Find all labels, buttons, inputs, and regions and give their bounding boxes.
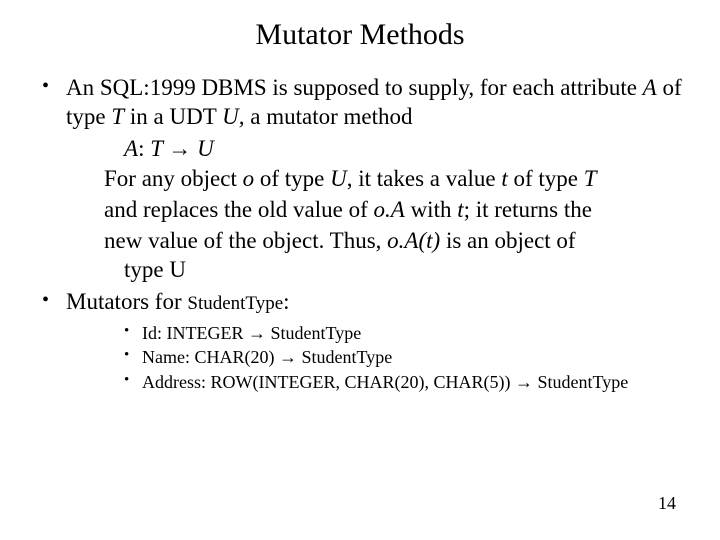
var-U: U, — [222, 104, 244, 129]
text: Mutators for — [66, 289, 187, 314]
text: For any object — [104, 166, 243, 191]
bullet-list: An SQL:1999 DBMS is supposed to supply, … — [38, 74, 682, 394]
bullet-2: Mutators for StudentType: Id: INTEGER → … — [38, 288, 682, 394]
text: with — [405, 197, 457, 222]
arrow-icon: → — [168, 135, 191, 161]
slide-title: Mutator Methods — [38, 18, 682, 52]
text: : — [283, 289, 289, 314]
var-oA: o.A — [374, 197, 405, 222]
arrow-icon: → — [515, 372, 533, 392]
var-o: o — [243, 166, 255, 191]
inner-list: Id: INTEGER → StudentType Name: CHAR(20)… — [66, 321, 682, 394]
para-line-2: and replaces the old value of o.A with t… — [66, 196, 682, 225]
text: StudentType — [297, 347, 392, 367]
sig-A: A — [124, 136, 138, 161]
text: new value of the object. Thus, — [104, 228, 387, 253]
bullet-1: An SQL:1999 DBMS is supposed to supply, … — [38, 74, 682, 284]
mutator-method-term: mutator method — [266, 104, 412, 129]
student-type: StudentType — [187, 293, 283, 314]
para-line-1: For any object o of type U, it takes a v… — [66, 165, 682, 194]
para-line-3: new value of the object. Thus, o.A(t) is… — [66, 227, 682, 256]
var-T: T — [584, 166, 597, 191]
text: of type — [254, 166, 330, 191]
text: in a UDT — [124, 104, 222, 129]
inner-item-2: Name: CHAR(20) → StudentType — [124, 345, 682, 369]
text: is an object of — [440, 228, 575, 253]
text: Name: CHAR(20) — [142, 347, 279, 367]
text: StudentType — [533, 372, 628, 392]
arrow-icon: → — [248, 323, 266, 343]
page-number: 14 — [658, 493, 676, 514]
text: Id: INTEGER — [142, 323, 248, 343]
text: of type — [508, 166, 584, 191]
var-oAt: o.A(t) — [387, 228, 440, 253]
sig-U: U — [197, 136, 214, 161]
text: and replaces the old value of — [104, 197, 374, 222]
inner-item-3: Address: ROW(INTEGER, CHAR(20), CHAR(5))… — [124, 370, 682, 394]
text: , it takes a value — [347, 166, 502, 191]
var-U: U — [330, 166, 347, 191]
text: StudentType — [266, 323, 361, 343]
text: ; it returns the — [464, 197, 592, 222]
text: a — [244, 104, 266, 129]
arrow-icon: → — [279, 347, 297, 367]
sig-colon: : — [138, 136, 150, 161]
signature-line: A: T → U — [66, 134, 682, 164]
var-T: T — [111, 104, 124, 129]
inner-item-1: Id: INTEGER → StudentType — [124, 321, 682, 345]
sig-T: T — [150, 136, 168, 161]
var-A: A — [643, 75, 657, 100]
text: An SQL:1999 DBMS is supposed to supply, … — [66, 75, 643, 100]
text: Address: ROW(INTEGER, CHAR(20), CHAR(5)) — [142, 372, 515, 392]
para-line-4: type U — [66, 256, 682, 285]
slide: Mutator Methods An SQL:1999 DBMS is supp… — [0, 0, 720, 540]
